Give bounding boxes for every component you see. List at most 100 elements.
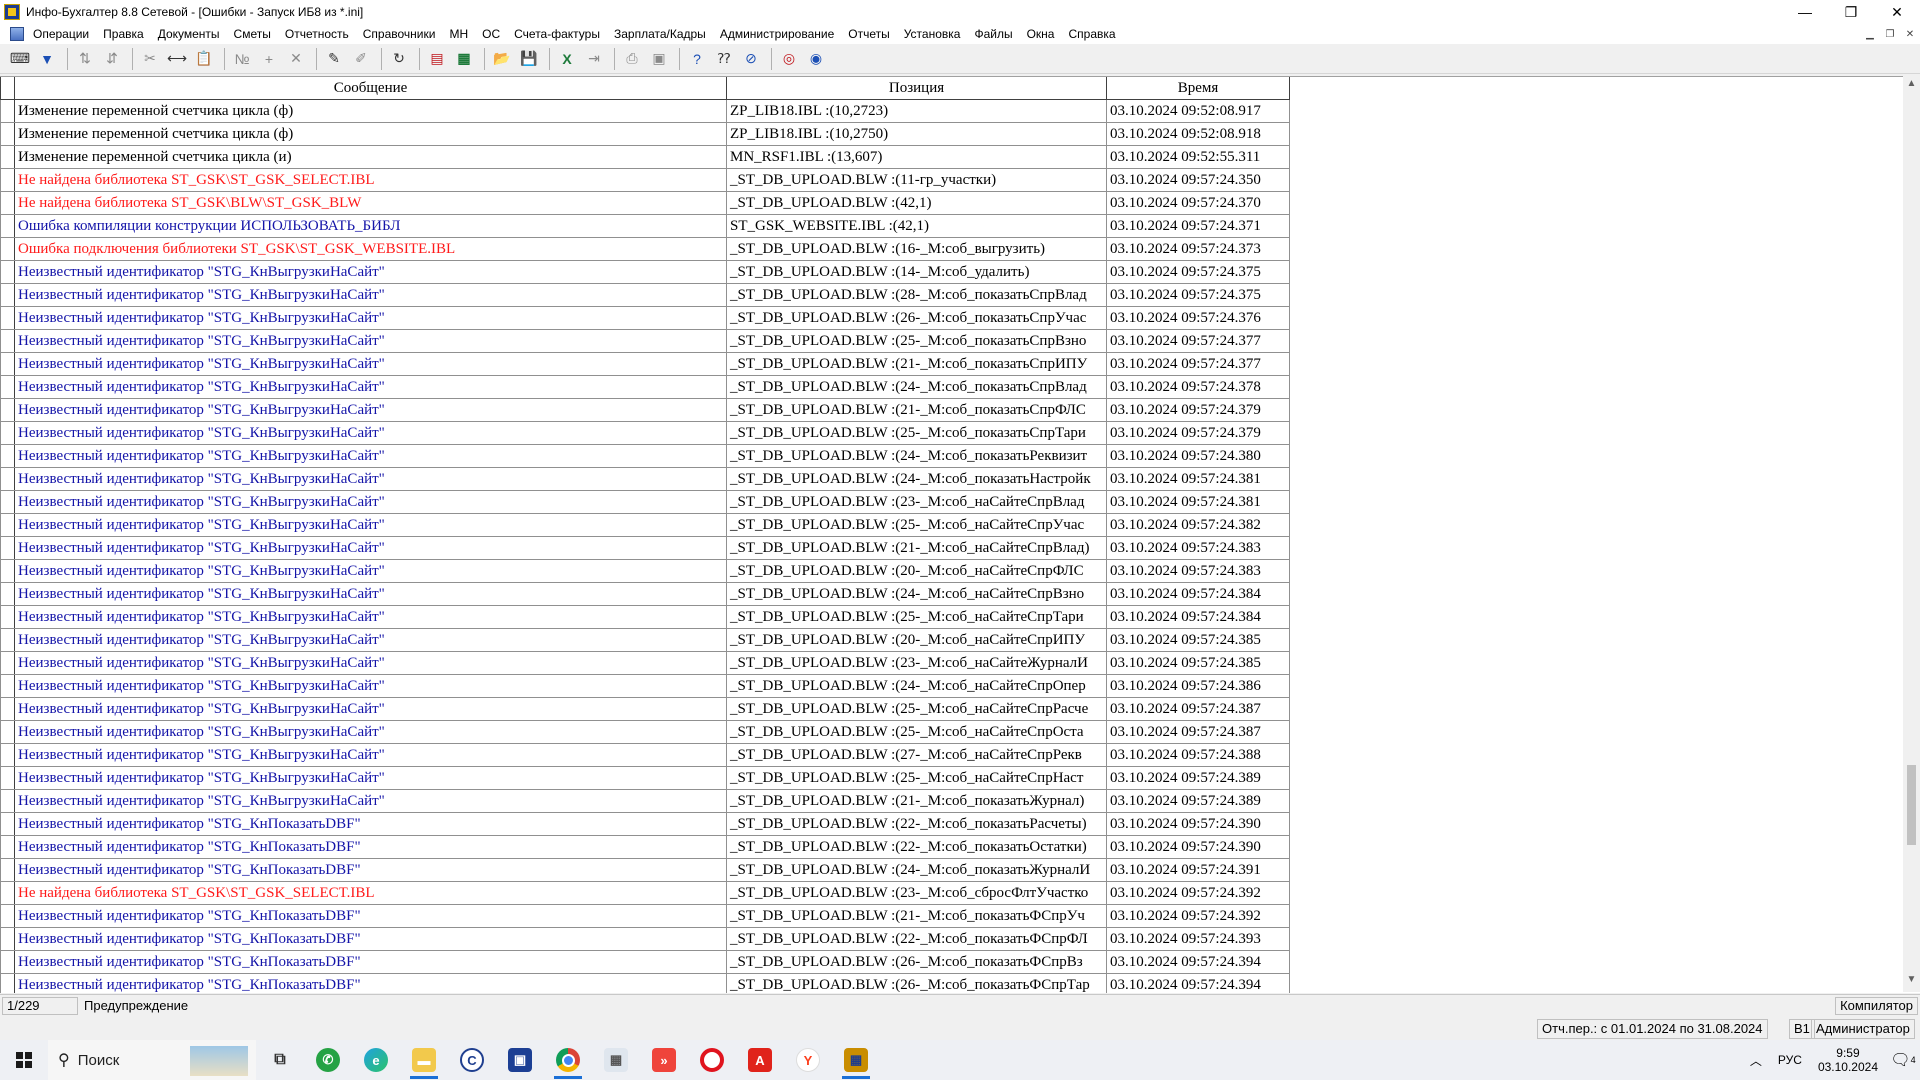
paste-icon[interactable]: 📋 xyxy=(192,47,216,71)
cell-time[interactable]: 03.10.2024 09:57:24.376 xyxy=(1106,306,1290,330)
cell-time[interactable]: 03.10.2024 09:57:24.375 xyxy=(1106,283,1290,307)
cell-time[interactable]: 03.10.2024 09:57:24.380 xyxy=(1106,444,1290,468)
numbering-icon[interactable]: № xyxy=(230,47,254,71)
table-row[interactable]: Неизвестный идентификатор "STG_КнВыгрузк… xyxy=(0,467,1290,491)
cell-time[interactable]: 03.10.2024 09:57:24.386 xyxy=(1106,674,1290,698)
cell-time[interactable]: 03.10.2024 09:57:24.388 xyxy=(1106,743,1290,767)
cell-position[interactable]: _ST_DB_UPLOAD.BLW :(24-_М:соб_наСайтеСпр… xyxy=(726,582,1107,606)
cell-message[interactable]: Неизвестный идентификатор "STG_КнВыгрузк… xyxy=(14,329,727,353)
scroll-thumb[interactable] xyxy=(1907,765,1916,845)
cell-position[interactable]: ZP_LIB18.IBL :(10,2750) xyxy=(726,122,1107,146)
mdi-close-button[interactable]: ✕ xyxy=(1900,24,1920,44)
save-icon[interactable]: 💾 xyxy=(517,47,541,71)
cell-time[interactable]: 03.10.2024 09:57:24.378 xyxy=(1106,375,1290,399)
cell-message[interactable]: Изменение переменной счетчика цикла (и) xyxy=(14,145,727,169)
cell-position[interactable]: _ST_DB_UPLOAD.BLW :(24-_М:соб_показатьРе… xyxy=(726,444,1107,468)
row-indicator[interactable] xyxy=(0,835,15,859)
open-folder-icon[interactable]: 📂 xyxy=(490,47,514,71)
row-indicator[interactable] xyxy=(0,444,15,468)
row-indicator[interactable] xyxy=(0,536,15,560)
row-indicator[interactable] xyxy=(0,766,15,790)
excel-export-icon[interactable]: X xyxy=(555,47,579,71)
row-indicator[interactable] xyxy=(0,168,15,192)
reporting-period[interactable]: Отч.пер.: с 01.01.2024 по 31.08.2024 xyxy=(1537,1019,1768,1039)
table-row[interactable]: Неизвестный идентификатор "STG_КнВыгрузк… xyxy=(0,766,1290,790)
taskbar-search[interactable]: ⚲ Поиск xyxy=(48,1040,256,1080)
cell-message[interactable]: Не найдена библиотека ST_GSK\BLW\ST_GSK_… xyxy=(14,191,727,215)
column-width-icon[interactable]: ⟷ xyxy=(165,47,189,71)
cell-message[interactable]: Неизвестный идентификатор "STG_КнВыгрузк… xyxy=(14,697,727,721)
table-row[interactable]: Неизвестный идентификатор "STG_КнПоказат… xyxy=(0,927,1290,951)
scroll-down-icon[interactable]: ▼ xyxy=(1903,974,1920,990)
menu-administration[interactable]: Администрирование xyxy=(713,24,841,44)
mdi-restore-button[interactable]: ❐ xyxy=(1880,24,1900,44)
lifebuoy-icon[interactable]: ◎ xyxy=(777,47,801,71)
table-row[interactable]: Неизвестный идентификатор "STG_КнПоказат… xyxy=(0,904,1290,928)
cell-time[interactable]: 03.10.2024 09:57:24.390 xyxy=(1106,835,1290,859)
cell-message[interactable]: Неизвестный идентификатор "STG_КнВыгрузк… xyxy=(14,375,727,399)
taskbar-edge[interactable]: e xyxy=(352,1040,400,1080)
table-row[interactable]: Неизвестный идентификатор "STG_КнПоказат… xyxy=(0,950,1290,974)
cell-message[interactable]: Неизвестный идентификатор "STG_КнВыгрузк… xyxy=(14,283,727,307)
cell-position[interactable]: MN_RSF1.IBL :(13,607) xyxy=(726,145,1107,169)
cell-position[interactable]: _ST_DB_UPLOAD.BLW :(25-_М:соб_наСайтеСпр… xyxy=(726,766,1107,790)
cell-time[interactable]: 03.10.2024 09:57:24.385 xyxy=(1106,628,1290,652)
cell-message[interactable]: Неизвестный идентификатор "STG_КнВыгрузк… xyxy=(14,513,727,537)
taskbar-anydesk[interactable]: » xyxy=(640,1040,688,1080)
cell-time[interactable]: 03.10.2024 09:57:24.379 xyxy=(1106,421,1290,445)
cell-position[interactable]: _ST_DB_UPLOAD.BLW :(21-_М:соб_показатьЖу… xyxy=(726,789,1107,813)
row-indicator[interactable] xyxy=(0,812,15,836)
row-indicator[interactable] xyxy=(0,99,15,123)
row-indicator[interactable] xyxy=(0,674,15,698)
start-button[interactable] xyxy=(0,1040,48,1080)
cell-time[interactable]: 03.10.2024 09:57:24.390 xyxy=(1106,812,1290,836)
table-row[interactable]: Неизвестный идентификатор "STG_КнВыгрузк… xyxy=(0,743,1290,767)
row-indicator[interactable] xyxy=(0,950,15,974)
taskbar-app-blue[interactable]: ▣ xyxy=(496,1040,544,1080)
menu-files[interactable]: Файлы xyxy=(967,24,1019,44)
row-indicator[interactable] xyxy=(0,927,15,951)
input-language[interactable]: РУС xyxy=(1770,1053,1810,1067)
cell-position[interactable]: _ST_DB_UPLOAD.BLW :(11-гр_участки) xyxy=(726,168,1107,192)
cell-time[interactable]: 03.10.2024 09:57:24.389 xyxy=(1106,789,1290,813)
table-row[interactable]: Не найдена библиотека ST_GSK\ST_GSK_SELE… xyxy=(0,881,1290,905)
vertical-scrollbar[interactable]: ▲ ▼ xyxy=(1903,76,1920,992)
cell-time[interactable]: 03.10.2024 09:57:24.379 xyxy=(1106,398,1290,422)
cell-position[interactable]: _ST_DB_UPLOAD.BLW :(25-_М:соб_показатьСп… xyxy=(726,421,1107,445)
row-indicator[interactable] xyxy=(0,375,15,399)
scroll-up-icon[interactable]: ▲ xyxy=(1903,78,1920,94)
row-indicator[interactable] xyxy=(0,283,15,307)
minimize-button[interactable]: — xyxy=(1782,0,1828,24)
menu-estimates[interactable]: Сметы xyxy=(227,24,278,44)
maximize-button[interactable]: ❐ xyxy=(1828,0,1874,24)
table-row[interactable]: Неизвестный идентификатор "STG_КнВыгрузк… xyxy=(0,513,1290,537)
cell-message[interactable]: Изменение переменной счетчика цикла (ф) xyxy=(14,122,727,146)
cell-message[interactable]: Неизвестный идентификатор "STG_КнВыгрузк… xyxy=(14,421,727,445)
taskbar-ccleaner[interactable]: C xyxy=(448,1040,496,1080)
cell-time[interactable]: 03.10.2024 09:57:24.384 xyxy=(1106,605,1290,629)
context-help-icon[interactable]: ⁇ xyxy=(712,47,736,71)
cell-time[interactable]: 03.10.2024 09:57:24.394 xyxy=(1106,950,1290,974)
row-indicator[interactable] xyxy=(0,490,15,514)
column-header-time[interactable]: Время xyxy=(1106,77,1290,100)
keyboard-icon[interactable]: ⌨ xyxy=(8,47,32,71)
taskbar-yandex[interactable]: Y xyxy=(784,1040,832,1080)
cell-message[interactable]: Неизвестный идентификатор "STG_КнВыгрузк… xyxy=(14,582,727,606)
row-indicator[interactable] xyxy=(0,720,15,744)
cell-position[interactable]: _ST_DB_UPLOAD.BLW :(16-_М:соб_выгрузить) xyxy=(726,237,1107,261)
row-indicator[interactable] xyxy=(0,329,15,353)
task-view-button[interactable]: ⧉ xyxy=(256,1040,304,1080)
cell-message[interactable]: Неизвестный идентификатор "STG_КнВыгрузк… xyxy=(14,720,727,744)
cell-message[interactable]: Неизвестный идентификатор "STG_КнВыгрузк… xyxy=(14,789,727,813)
menu-payroll[interactable]: Зарплата/Кадры xyxy=(607,24,713,44)
cell-message[interactable]: Неизвестный идентификатор "STG_КнПоказат… xyxy=(14,973,727,993)
cell-position[interactable]: _ST_DB_UPLOAD.BLW :(24-_М:соб_показатьЖу… xyxy=(726,858,1107,882)
print-preview-icon[interactable]: ▣ xyxy=(647,47,671,71)
cell-time[interactable]: 03.10.2024 09:52:08.918 xyxy=(1106,122,1290,146)
table-row[interactable]: Ошибка компиляции конструкции ИСПОЛЬЗОВА… xyxy=(0,214,1290,238)
network-icon[interactable]: ◉ xyxy=(804,47,828,71)
cell-message[interactable]: Неизвестный идентификатор "STG_КнВыгрузк… xyxy=(14,628,727,652)
mdi-window-icon[interactable] xyxy=(10,27,24,41)
cell-message[interactable]: Неизвестный идентификатор "STG_КнВыгрузк… xyxy=(14,444,727,468)
row-indicator[interactable] xyxy=(0,352,15,376)
